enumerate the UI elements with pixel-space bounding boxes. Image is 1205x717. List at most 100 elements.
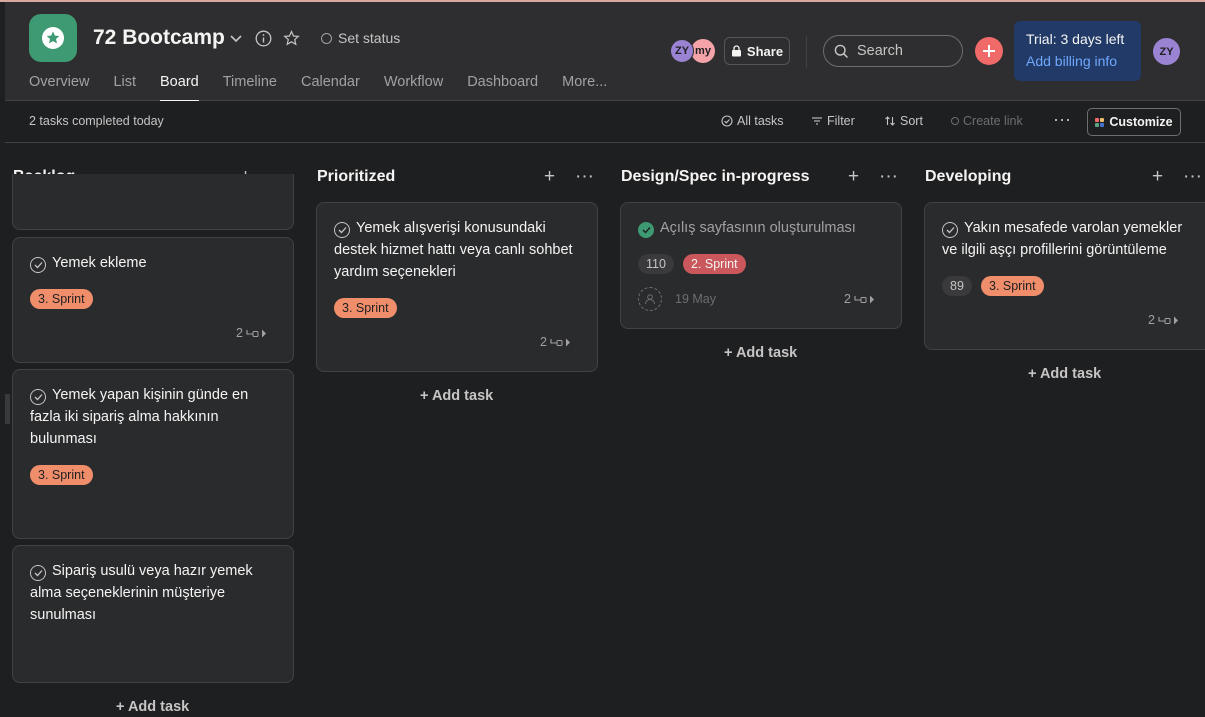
task-card[interactable]: Sipariş usulü veya hazır yemek alma seçe… bbox=[12, 545, 294, 683]
complete-check-icon[interactable] bbox=[30, 389, 46, 405]
completed-check-icon[interactable] bbox=[638, 222, 654, 238]
task-card[interactable]: Yemek ekleme 3. Sprint 2 bbox=[12, 237, 294, 363]
subtask-icon bbox=[1158, 316, 1178, 324]
lock-icon bbox=[731, 45, 741, 57]
search-icon bbox=[834, 44, 849, 58]
set-status-label: Set status bbox=[338, 30, 401, 46]
filter-icon bbox=[812, 117, 822, 125]
member-avatar[interactable]: ZY bbox=[670, 39, 694, 63]
tab-timeline[interactable]: Timeline bbox=[223, 74, 277, 102]
sprint-tag[interactable]: 2. Sprint bbox=[683, 254, 746, 274]
column-title: Prioritized bbox=[317, 168, 396, 185]
add-column-task-icon[interactable]: + bbox=[848, 166, 859, 188]
subtask-count[interactable]: 2 bbox=[1148, 313, 1180, 327]
filter-label: Filter bbox=[827, 114, 855, 128]
column-title: Design/Spec in-progress bbox=[621, 168, 810, 185]
board: Backlog + ··· Yemek ekleme 3. Sprint 2 Y… bbox=[5, 144, 1205, 717]
subtask-count-value: 2 bbox=[540, 335, 547, 349]
task-title-text: Yemek ekleme bbox=[52, 255, 147, 271]
tab-calendar[interactable]: Calendar bbox=[301, 74, 360, 102]
task-title-text: Sipariş usulü veya hazır yemek alma seçe… bbox=[30, 563, 253, 623]
quick-add-button[interactable] bbox=[975, 37, 1003, 65]
add-column-task-icon[interactable]: + bbox=[544, 166, 555, 188]
favorite-star-icon[interactable] bbox=[282, 29, 300, 47]
tab-overview[interactable]: Overview bbox=[29, 74, 89, 102]
create-link-button[interactable]: Create link bbox=[951, 114, 1023, 128]
more-options-icon[interactable]: ··· bbox=[1053, 109, 1071, 130]
add-task-button[interactable]: + Add task bbox=[724, 345, 797, 361]
task-title-text: Açılış sayfasının oluşturulması bbox=[660, 220, 856, 236]
column-menu-icon[interactable]: ··· bbox=[575, 166, 594, 188]
column-menu-icon[interactable]: ··· bbox=[1183, 166, 1202, 188]
column-menu-icon[interactable]: ··· bbox=[879, 166, 898, 188]
sprint-tag[interactable]: 3. Sprint bbox=[981, 276, 1044, 296]
search-input[interactable]: Search bbox=[823, 35, 963, 67]
customize-grid-icon bbox=[1095, 117, 1105, 127]
task-card[interactable]: Yemek yapan kişinin günde en fazla iki s… bbox=[12, 369, 294, 539]
subtask-icon bbox=[246, 329, 266, 337]
task-title: Yakın mesafede varolan yemekler ve ilgil… bbox=[942, 217, 1198, 261]
task-card[interactable]: Yemek alışverişi konusundaki destek hizm… bbox=[316, 202, 598, 372]
task-title: Yemek ekleme bbox=[30, 252, 279, 274]
sprint-tag[interactable]: 3. Sprint bbox=[30, 465, 93, 485]
customize-button[interactable]: Customize bbox=[1087, 108, 1181, 136]
add-task-button[interactable]: + Add task bbox=[116, 699, 189, 715]
add-task-button[interactable]: + Add task bbox=[420, 388, 493, 404]
chevron-down-icon[interactable] bbox=[227, 29, 245, 47]
add-task-button[interactable]: + Add task bbox=[1028, 366, 1101, 382]
project-header: 72 Bootcamp Set status Overview List Boa… bbox=[5, 2, 1205, 102]
trial-banner: Trial: 3 days left Add billing info bbox=[1014, 21, 1141, 81]
create-link-label: Create link bbox=[963, 114, 1023, 128]
assignee-placeholder-icon[interactable] bbox=[638, 287, 662, 311]
complete-check-icon[interactable] bbox=[30, 565, 46, 581]
status-circle-icon bbox=[321, 32, 332, 44]
tab-list[interactable]: List bbox=[113, 74, 136, 102]
share-label: Share bbox=[746, 43, 784, 59]
subtask-count[interactable]: 2 bbox=[540, 335, 572, 349]
filter-button[interactable]: Filter bbox=[811, 114, 855, 128]
check-circle-icon bbox=[721, 115, 733, 127]
subtask-count[interactable]: 2 bbox=[844, 292, 876, 306]
due-date[interactable]: 19 May bbox=[675, 292, 716, 306]
customize-label: Customize bbox=[1109, 115, 1173, 129]
subtask-count[interactable]: 2 bbox=[236, 326, 268, 340]
complete-check-icon[interactable] bbox=[334, 222, 350, 238]
column-title: Developing bbox=[925, 168, 1012, 185]
task-card[interactable]: Yakın mesafede varolan yemekler ve ilgil… bbox=[924, 202, 1205, 350]
task-card[interactable]: Açılış sayfasının oluşturulması 110 2. S… bbox=[620, 202, 902, 329]
task-title-text: Yemek yapan kişinin günde en fazla iki s… bbox=[30, 387, 249, 447]
task-number-badge: 89 bbox=[942, 276, 972, 296]
add-billing-link[interactable]: Add billing info bbox=[1026, 53, 1129, 69]
subtask-icon bbox=[550, 338, 570, 346]
task-title: Yemek yapan kişinin günde en fazla iki s… bbox=[30, 384, 279, 450]
user-avatar[interactable]: ZY bbox=[1153, 38, 1180, 65]
task-card-partial[interactable] bbox=[12, 174, 294, 230]
task-title-text: Yakın mesafede varolan yemekler ve ilgil… bbox=[942, 220, 1183, 258]
sort-icon bbox=[885, 116, 895, 126]
project-nav-tabs: Overview List Board Timeline Calendar Wo… bbox=[29, 74, 631, 102]
tab-board[interactable]: Board bbox=[160, 74, 199, 102]
sprint-tag[interactable]: 3. Sprint bbox=[334, 298, 397, 318]
plus-icon bbox=[983, 45, 995, 57]
project-title[interactable]: 72 Bootcamp bbox=[93, 26, 225, 50]
complete-check-icon[interactable] bbox=[30, 257, 46, 273]
all-tasks-button[interactable]: All tasks bbox=[721, 114, 784, 128]
set-status-button[interactable]: Set status bbox=[321, 30, 400, 46]
add-column-task-icon[interactable]: + bbox=[1152, 166, 1163, 188]
sprint-tag[interactable]: 3. Sprint bbox=[30, 289, 93, 309]
header-divider bbox=[806, 36, 807, 68]
sort-label: Sort bbox=[900, 114, 923, 128]
subtask-count-value: 2 bbox=[236, 326, 243, 340]
star-icon bbox=[42, 27, 64, 49]
task-title: Sipariş usulü veya hazır yemek alma seçe… bbox=[30, 560, 279, 626]
member-avatar[interactable]: my bbox=[691, 39, 715, 63]
sort-button[interactable]: Sort bbox=[884, 114, 923, 128]
complete-check-icon[interactable] bbox=[942, 222, 958, 238]
info-icon[interactable] bbox=[254, 29, 272, 47]
share-button[interactable]: Share bbox=[724, 37, 790, 65]
tab-workflow[interactable]: Workflow bbox=[384, 74, 443, 102]
project-icon[interactable] bbox=[29, 14, 77, 62]
search-placeholder: Search bbox=[857, 43, 903, 59]
tab-dashboard[interactable]: Dashboard bbox=[467, 74, 538, 102]
tab-more[interactable]: More... bbox=[562, 74, 607, 102]
